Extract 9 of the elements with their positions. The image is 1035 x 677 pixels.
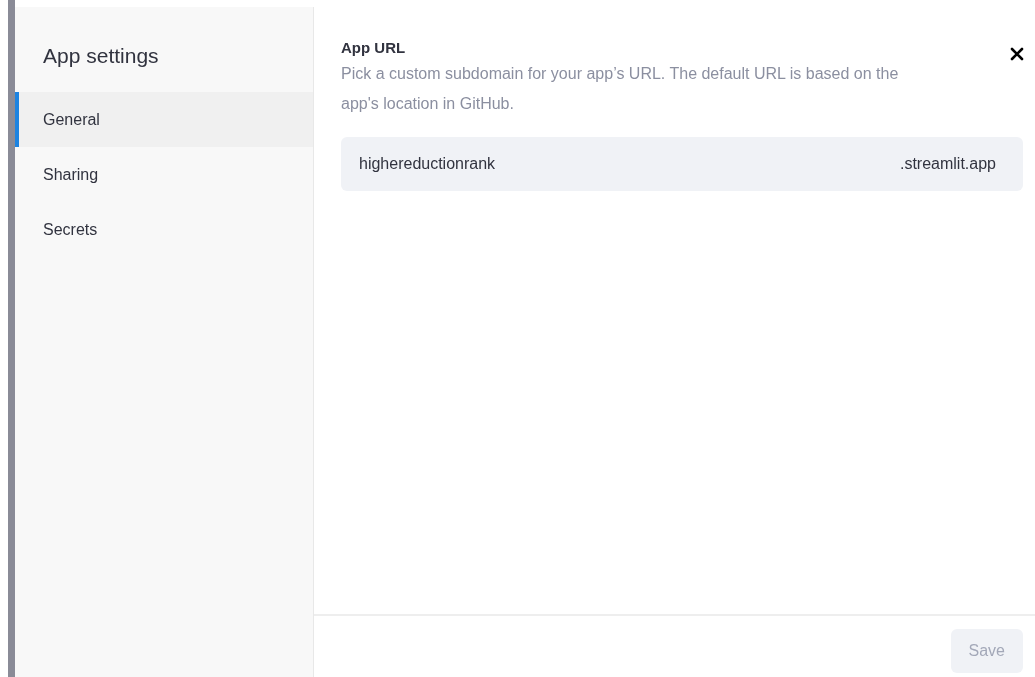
close-icon[interactable] <box>1010 47 1024 61</box>
section-title: App URL <box>341 39 406 56</box>
sidebar-item[interactable]: Secrets <box>15 202 313 257</box>
sidebar-title: App settings <box>43 44 159 67</box>
sidebar-item[interactable]: Sharing <box>15 147 313 202</box>
domain-suffix: .streamlit.app <box>899 155 996 173</box>
section-description: Pick a custom subdomain for your app’s URL. The default URL is based on the app's location in GitHub. <box>341 64 900 114</box>
sidebar-item[interactable]: General <box>15 92 313 147</box>
subdomain-input[interactable]: highereductionrank <box>359 155 659 173</box>
